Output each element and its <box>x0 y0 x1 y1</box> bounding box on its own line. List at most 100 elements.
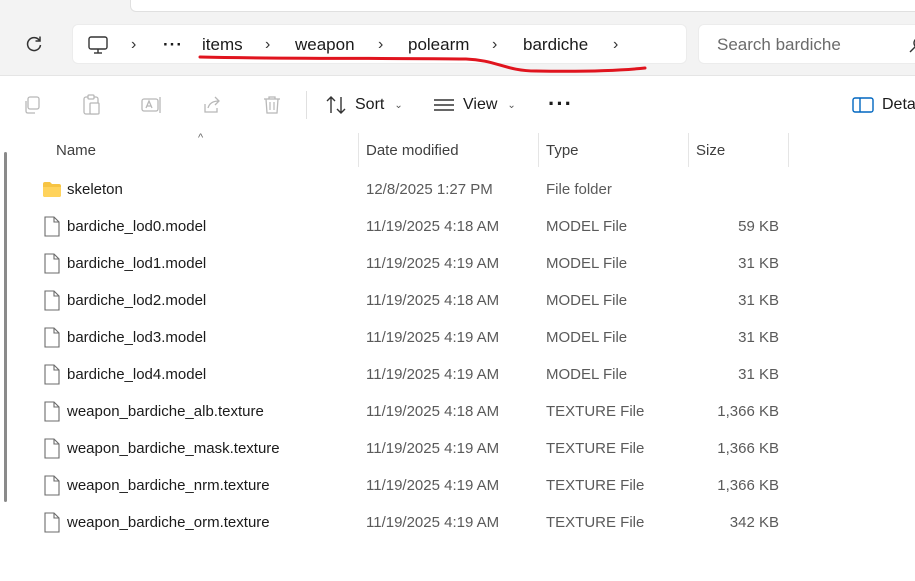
file-type: TEXTURE File <box>546 440 645 457</box>
file-row[interactable]: skeleton 12/8/2025 1:27 PM File folder <box>0 171 915 208</box>
file-type: MODEL File <box>546 329 628 346</box>
file-date-modified: 11/19/2025 4:18 AM <box>366 218 500 235</box>
breadcrumb-polearm[interactable]: polearm <box>408 25 469 65</box>
file-size: 1,366 KB <box>717 440 779 457</box>
chevron-down-icon: ⌄ <box>394 99 403 111</box>
file-row[interactable]: bardiche_lod2.model 11/19/2025 4:18 AM MOD… <box>0 282 915 319</box>
breadcrumb-items[interactable]: items <box>202 25 243 65</box>
chevron-right-icon[interactable]: › <box>378 25 383 65</box>
file-size: 31 KB <box>738 366 779 383</box>
file-date-modified: 11/19/2025 4:18 AM <box>366 292 500 309</box>
file-row[interactable]: bardiche_lod4.model 11/19/2025 4:19 AM MOD… <box>0 356 915 393</box>
file-icon <box>44 401 60 422</box>
search-input[interactable] <box>717 34 897 56</box>
file-icon <box>44 290 60 311</box>
refresh-button[interactable] <box>20 30 48 58</box>
file-name[interactable]: bardiche_lod1.model <box>67 245 206 282</box>
file-name[interactable]: bardiche_lod3.model <box>67 319 206 356</box>
file-type: TEXTURE File <box>546 477 645 494</box>
chevron-right-icon[interactable]: › <box>265 25 270 65</box>
file-row[interactable]: weapon_bardiche_mask.texture 11/19/2025 4… <box>0 430 915 467</box>
tab-strip <box>130 0 915 12</box>
file-date-modified: 11/19/2025 4:19 AM <box>366 366 500 383</box>
file-icon <box>44 253 60 274</box>
column-size[interactable]: Size <box>696 133 725 167</box>
column-divider[interactable] <box>538 133 539 167</box>
file-date-modified: 11/19/2025 4:18 AM <box>366 403 500 420</box>
rename-button[interactable] <box>141 94 163 116</box>
column-header: ^ Name Date modified Type Size <box>0 132 915 167</box>
column-divider[interactable] <box>788 133 789 167</box>
refresh-icon <box>26 36 42 52</box>
file-row[interactable]: weapon_bardiche_nrm.texture 11/19/2025 4:… <box>0 467 915 504</box>
file-date-modified: 11/19/2025 4:19 AM <box>366 329 500 346</box>
column-name[interactable]: Name <box>56 133 96 167</box>
file-name[interactable]: weapon_bardiche_alb.texture <box>67 393 264 430</box>
column-divider[interactable] <box>688 133 689 167</box>
file-name[interactable]: bardiche_lod4.model <box>67 356 206 393</box>
file-name[interactable]: weapon_bardiche_mask.texture <box>67 430 280 467</box>
file-date-modified: 11/19/2025 4:19 AM <box>366 477 500 494</box>
chevron-right-icon[interactable]: › <box>613 25 618 65</box>
file-date-modified: 11/19/2025 4:19 AM <box>366 255 500 272</box>
breadcrumb-weapon[interactable]: weapon <box>295 25 355 65</box>
copy-button[interactable] <box>21 94 43 116</box>
command-bar: Sort ⌄ View ⌄ ··· Details <box>0 76 915 133</box>
paste-button[interactable] <box>80 94 102 116</box>
column-date-modified[interactable]: Date modified <box>366 133 459 167</box>
chevron-right-icon[interactable]: › <box>131 25 136 65</box>
file-row[interactable]: bardiche_lod3.model 11/19/2025 4:19 AM MOD… <box>0 319 915 356</box>
file-size: 342 KB <box>729 514 779 531</box>
file-row[interactable]: weapon_bardiche_alb.texture 11/19/2025 4:… <box>0 393 915 430</box>
file-type: MODEL File <box>546 255 628 272</box>
address-bar[interactable]: › ··· items › weapon › polearm › bardich… <box>72 24 687 64</box>
search-icon[interactable] <box>909 37 915 53</box>
file-date-modified: 11/19/2025 4:19 AM <box>366 514 500 531</box>
file-row[interactable]: weapon_bardiche_orm.texture 11/19/2025 4:… <box>0 504 915 541</box>
copy-icon <box>25 96 40 114</box>
breadcrumb-bardiche[interactable]: bardiche <box>523 25 588 65</box>
file-name[interactable]: skeleton <box>67 171 123 208</box>
file-name[interactable]: weapon_bardiche_nrm.texture <box>67 467 270 504</box>
sort-button[interactable]: Sort ⌄ <box>325 90 403 120</box>
file-name[interactable]: bardiche_lod2.model <box>67 282 206 319</box>
details-pane-button[interactable]: Details <box>852 90 915 120</box>
file-size <box>690 171 779 208</box>
file-icon <box>44 438 60 459</box>
file-date-modified: 12/8/2025 1:27 PM <box>366 181 493 198</box>
details-pane-icon <box>852 97 874 113</box>
folder-icon <box>43 182 61 197</box>
file-type: TEXTURE File <box>546 403 645 420</box>
file-type: MODEL File <box>546 218 628 235</box>
sort-icon <box>326 96 346 114</box>
file-name[interactable]: weapon_bardiche_orm.texture <box>67 504 270 541</box>
more-options-button[interactable]: ··· <box>548 91 573 117</box>
breadcrumb-overflow[interactable]: ··· <box>163 25 183 65</box>
view-button[interactable]: View ⌄ <box>433 90 516 120</box>
view-list-icon <box>434 99 454 111</box>
file-size: 1,366 KB <box>717 403 779 420</box>
file-type: TEXTURE File <box>546 514 645 531</box>
this-pc-button[interactable] <box>87 25 109 65</box>
file-size: 1,366 KB <box>717 477 779 494</box>
share-icon <box>204 96 220 113</box>
file-size: 31 KB <box>738 255 779 272</box>
file-size: 31 KB <box>738 329 779 346</box>
delete-button[interactable] <box>261 94 283 116</box>
share-button[interactable] <box>201 94 223 116</box>
file-icon <box>44 216 60 237</box>
file-icon <box>44 475 60 496</box>
file-icon <box>44 364 60 385</box>
file-row[interactable]: bardiche_lod1.model 11/19/2025 4:19 AM MOD… <box>0 245 915 282</box>
view-label: View <box>463 96 498 113</box>
sort-label: Sort <box>355 96 385 113</box>
rename-icon <box>141 97 161 113</box>
file-row[interactable]: bardiche_lod0.model 11/19/2025 4:18 AM MOD… <box>0 208 915 245</box>
column-type[interactable]: Type <box>546 133 579 167</box>
file-size: 59 KB <box>738 218 779 235</box>
file-icon <box>44 327 60 348</box>
search-box[interactable] <box>698 24 915 64</box>
file-name[interactable]: bardiche_lod0.model <box>67 208 206 245</box>
chevron-right-icon[interactable]: › <box>492 25 497 65</box>
column-divider[interactable] <box>358 133 359 167</box>
